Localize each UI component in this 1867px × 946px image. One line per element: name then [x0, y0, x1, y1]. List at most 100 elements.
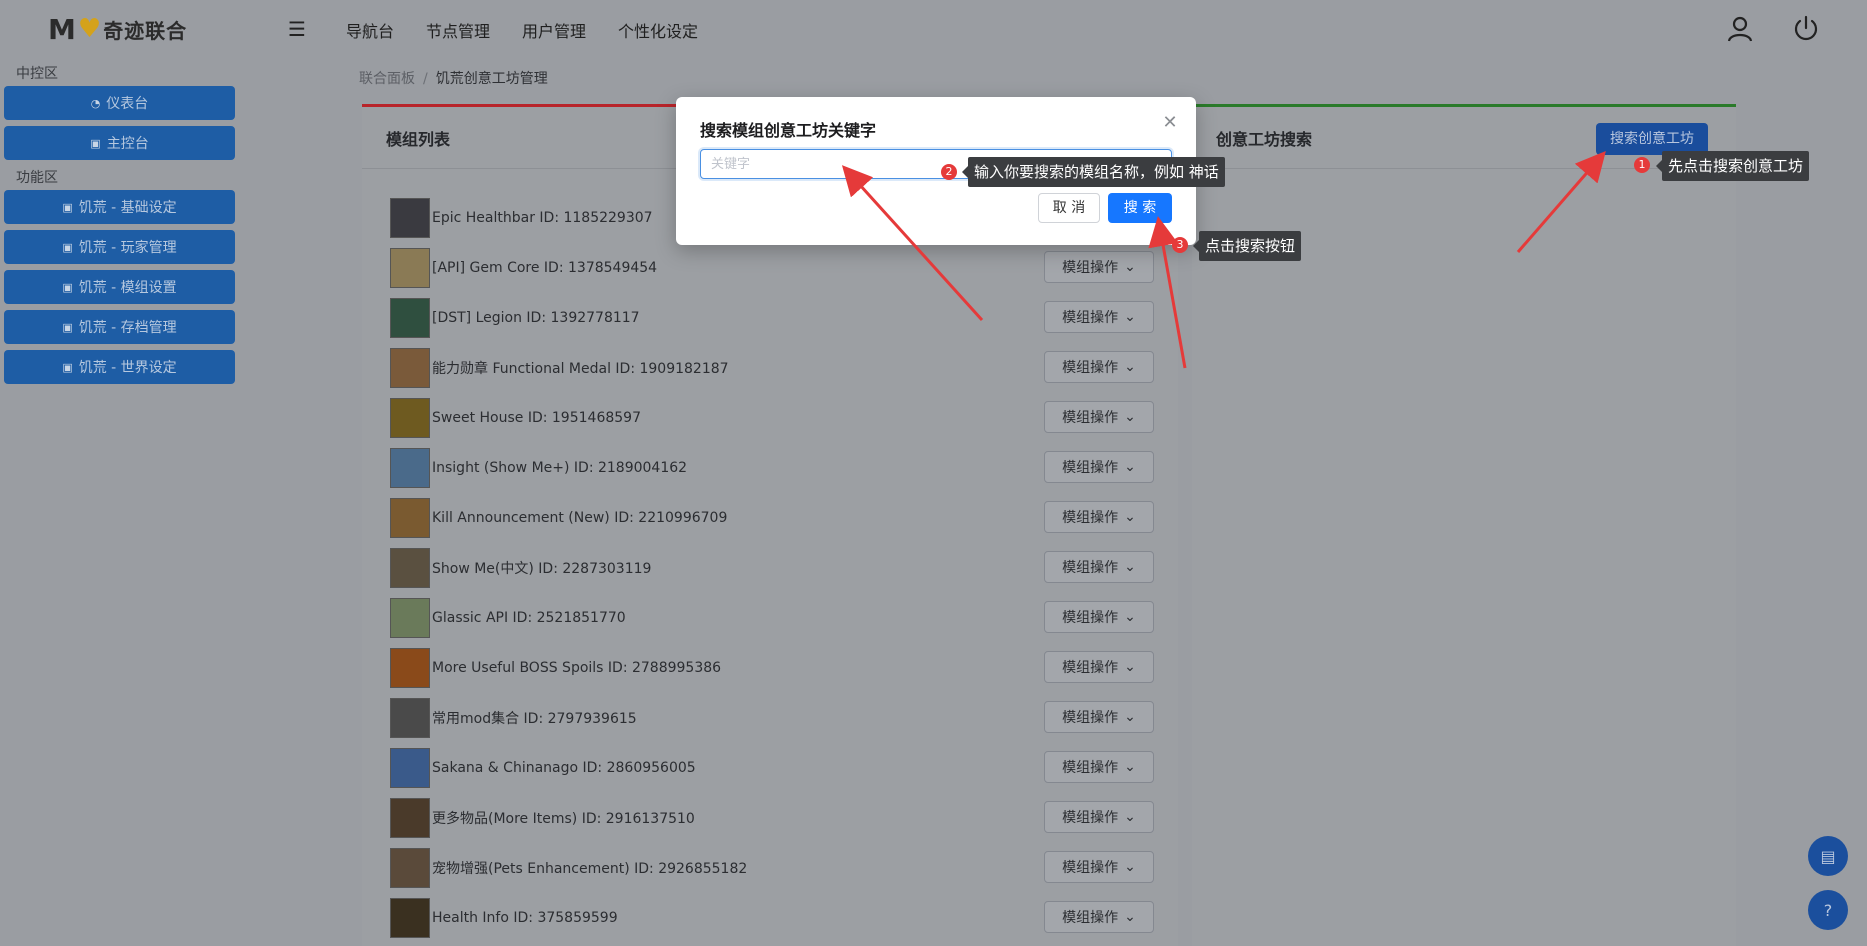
chevron-down-icon: ⌄	[1124, 859, 1136, 875]
power-icon[interactable]	[1790, 13, 1822, 45]
mod-operation-dropdown[interactable]: 模组操作 ⌄	[1044, 401, 1154, 433]
breadcrumb: 联合面板 / 饥荒创意工坊管理	[359, 68, 548, 88]
mod-name: 宠物增强(Pets Enhancement) ID: 2926855182	[432, 861, 748, 877]
mod-thumbnail	[390, 598, 430, 638]
mod-row: 常用mod集合 ID: 2797939615 模组操作 ⌄	[390, 693, 1162, 743]
sidebar-item-label: 主控台	[106, 136, 149, 152]
mod-thumbnail	[390, 848, 430, 888]
breadcrumb-current: 饥荒创意工坊管理	[435, 71, 548, 87]
close-icon[interactable]: ✕	[1160, 113, 1180, 133]
annotation-tip: 先点击搜索创意工坊	[1655, 151, 1810, 181]
mod-operation-label: 模组操作	[1062, 910, 1119, 926]
mod-operation-dropdown[interactable]: 模组操作 ⌄	[1044, 751, 1154, 783]
mod-operation-label: 模组操作	[1062, 560, 1119, 576]
mod-thumbnail	[390, 698, 430, 738]
sidebar-item-label: 仪表台	[106, 96, 149, 112]
top-header: M ♥ 奇迹联合 ☰ 导航台 节点管理 用户管理 个性化设定	[0, 0, 1867, 58]
breadcrumb-root[interactable]: 联合面板	[359, 71, 415, 87]
mod-operation-label: 模组操作	[1062, 360, 1119, 376]
mod-name: 更多物品(More Items) ID: 2916137510	[432, 811, 695, 827]
sidebar-item-mod-settings[interactable]: ▣ 饥荒 - 模组设置	[4, 270, 235, 304]
mod-name: Show Me(中文) ID: 2287303119	[432, 561, 652, 577]
mod-row: [DST] Legion ID: 1392778117 模组操作 ⌄	[390, 293, 1162, 343]
chevron-down-icon: ⌄	[1124, 459, 1136, 475]
mod-row: [API] Gem Core ID: 1378549454 模组操作 ⌄	[390, 243, 1162, 293]
image-icon: ▣	[62, 280, 73, 294]
mod-operation-label: 模组操作	[1062, 660, 1119, 676]
mod-name: Glassic API ID: 2521851770	[432, 610, 626, 626]
mod-operation-dropdown[interactable]: 模组操作 ⌄	[1044, 301, 1154, 333]
mod-row: Sweet House ID: 1951468597 模组操作 ⌄	[390, 393, 1162, 443]
mod-name: [API] Gem Core ID: 1378549454	[432, 260, 658, 276]
mod-thumbnail	[390, 348, 430, 388]
document-icon[interactable]: ▤	[1808, 836, 1848, 876]
mod-row: Glassic API ID: 2521851770 模组操作 ⌄	[390, 593, 1162, 643]
mod-name: 常用mod集合 ID: 2797939615	[432, 711, 637, 727]
mod-thumbnail	[390, 498, 430, 538]
image-icon: ▣	[62, 320, 73, 334]
mod-operation-dropdown[interactable]: 模组操作 ⌄	[1044, 551, 1154, 583]
sidebar-item-label: 饥荒 - 基础设定	[78, 200, 177, 216]
sidebar-item-label: 饥荒 - 玩家管理	[78, 240, 177, 256]
nav-item-dashboard[interactable]: 导航台	[346, 18, 394, 42]
help-icon[interactable]: ?	[1808, 890, 1848, 930]
sidebar-item-label: 饥荒 - 模组设置	[78, 280, 177, 296]
mod-operation-label: 模组操作	[1062, 810, 1119, 826]
mod-operation-dropdown[interactable]: 模组操作 ⌄	[1044, 501, 1154, 533]
app-logo[interactable]: M ♥ 奇迹联合	[48, 12, 187, 46]
mod-operation-dropdown[interactable]: 模组操作 ⌄	[1044, 601, 1154, 633]
mod-row: Health Info ID: 375859599 模组操作 ⌄	[390, 893, 1162, 943]
chevron-down-icon: ⌄	[1124, 709, 1136, 725]
step-badge: 2	[941, 164, 957, 180]
chevron-down-icon: ⌄	[1124, 359, 1136, 375]
mod-operation-dropdown[interactable]: 模组操作 ⌄	[1044, 701, 1154, 733]
mod-operation-dropdown[interactable]: 模组操作 ⌄	[1044, 651, 1154, 683]
mod-name: Sakana & Chinanago ID: 2860956005	[432, 760, 696, 776]
mod-name: Sweet House ID: 1951468597	[432, 410, 641, 426]
sidebar-item-dashboard[interactable]: ◔ 仪表台	[4, 86, 235, 120]
mod-operation-dropdown[interactable]: 模组操作 ⌄	[1044, 351, 1154, 383]
image-icon: ▣	[62, 360, 73, 374]
mod-operation-label: 模组操作	[1062, 460, 1119, 476]
mod-operation-dropdown[interactable]: 模组操作 ⌄	[1044, 851, 1154, 883]
mod-thumbnail	[390, 648, 430, 688]
mod-name: Health Info ID: 375859599	[432, 910, 618, 926]
mod-row: 更多物品(More Items) ID: 2916137510 模组操作 ⌄	[390, 793, 1162, 843]
mod-thumbnail	[390, 398, 430, 438]
mod-row: 宠物增强(Pets Enhancement) ID: 2926855182 模组操…	[390, 843, 1162, 893]
image-icon: ▣	[62, 240, 73, 254]
menu-collapse-icon[interactable]: ☰	[284, 16, 310, 42]
mod-operation-dropdown[interactable]: 模组操作 ⌄	[1044, 451, 1154, 483]
sidebar-item-save-management[interactable]: ▣ 饥荒 - 存档管理	[4, 310, 235, 344]
mod-row: Show Me(中文) ID: 2287303119 模组操作 ⌄	[390, 543, 1162, 593]
sidebar-item-console[interactable]: ▣ 主控台	[4, 126, 235, 160]
mod-operation-dropdown[interactable]: 模组操作 ⌄	[1044, 251, 1154, 283]
top-nav: 导航台 节点管理 用户管理 个性化设定	[346, 18, 698, 42]
chevron-down-icon: ⌄	[1124, 609, 1136, 625]
cancel-button[interactable]: 取 消	[1038, 193, 1100, 223]
mod-operation-label: 模组操作	[1062, 710, 1119, 726]
sidebar-item-world-settings[interactable]: ▣ 饥荒 - 世界设定	[4, 350, 235, 384]
nav-item-nodes[interactable]: 节点管理	[426, 18, 490, 42]
image-icon: ▣	[90, 136, 101, 150]
mod-row: More Useful BOSS Spoils ID: 2788995386 模组…	[390, 643, 1162, 693]
mod-name: Epic Healthbar ID: 1185229307	[432, 210, 653, 226]
chevron-down-icon: ⌄	[1124, 259, 1136, 275]
sidebar-item-basic-settings[interactable]: ▣ 饥荒 - 基础设定	[4, 190, 235, 224]
image-icon: ▣	[62, 200, 73, 214]
mod-thumbnail	[390, 448, 430, 488]
user-icon[interactable]	[1724, 13, 1756, 45]
sidebar-section-title: 功能区	[16, 170, 58, 186]
search-button[interactable]: 搜 索	[1108, 193, 1172, 223]
mod-thumbnail	[390, 798, 430, 838]
mod-name: [DST] Legion ID: 1392778117	[432, 310, 640, 326]
mod-operation-dropdown[interactable]: 模组操作 ⌄	[1044, 901, 1154, 933]
sidebar-section-title: 中控区	[16, 66, 58, 82]
nav-item-personalize[interactable]: 个性化设定	[618, 18, 698, 42]
sidebar-item-label: 饥荒 - 存档管理	[78, 320, 177, 336]
mod-row: Insight (Show Me+) ID: 2189004162 模组操作 ⌄	[390, 443, 1162, 493]
sidebar-item-player-management[interactable]: ▣ 饥荒 - 玩家管理	[4, 230, 235, 264]
mod-thumbnail	[390, 248, 430, 288]
nav-item-users[interactable]: 用户管理	[522, 18, 586, 42]
mod-operation-dropdown[interactable]: 模组操作 ⌄	[1044, 801, 1154, 833]
